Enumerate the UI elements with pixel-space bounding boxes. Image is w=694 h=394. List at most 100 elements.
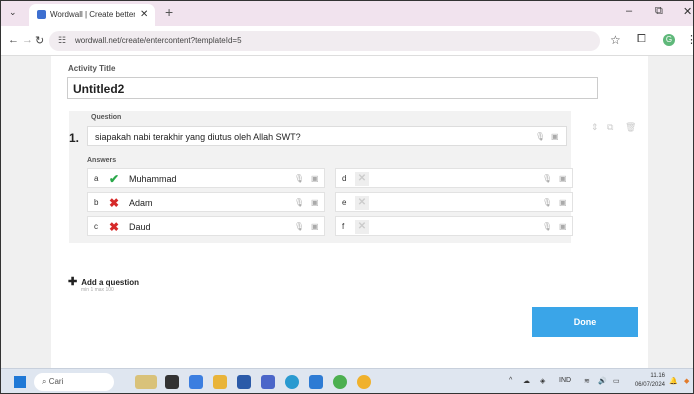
notification-bell-icon[interactable]: 🔔 — [669, 377, 678, 385]
answer-letter: a — [94, 174, 99, 183]
plus-icon: ✚ — [68, 276, 78, 288]
wordwall-favicon-icon — [37, 10, 46, 19]
answer-row-b[interactable]: b ✖ Adam 🎙 ▣ — [87, 192, 325, 212]
browser-menu-icon[interactable]: ⋮ — [686, 33, 693, 46]
answer-image-icon[interactable]: ▣ — [559, 198, 567, 207]
question-text: siapakah nabi terakhir yang diutus oleh … — [95, 132, 301, 142]
question-input[interactable]: siapakah nabi terakhir yang diutus oleh … — [87, 126, 567, 146]
wrong-cross-icon[interactable]: ✖ — [107, 220, 121, 234]
search-icon: ⌕ — [42, 377, 49, 386]
app-icon-2[interactable] — [285, 375, 299, 389]
page-background: Activity Title Untitled2 Question 1. sia… — [1, 56, 693, 368]
answer-image-icon[interactable]: ▣ — [311, 198, 319, 207]
editor-card: Activity Title Untitled2 Question 1. sia… — [51, 56, 648, 368]
tab-title: Wordwall | Create better lesson — [50, 10, 135, 19]
restore-button[interactable]: ⧉ — [655, 5, 663, 18]
app-icon-3[interactable] — [309, 375, 323, 389]
taskbar-clock[interactable]: 11.16 06/07/2024 — [627, 372, 665, 390]
close-window-button[interactable]: ✕ — [683, 5, 692, 18]
answer-image-icon[interactable]: ▣ — [311, 222, 319, 231]
answer-image-icon[interactable]: ▣ — [559, 222, 567, 231]
activity-title-input[interactable]: Untitled2 — [67, 77, 598, 99]
answer-text[interactable]: Muhammad — [129, 174, 177, 184]
wrong-cross-icon[interactable]: ✖ — [107, 196, 121, 210]
store-icon[interactable] — [237, 375, 251, 389]
empty-cross-icon[interactable]: ✕ — [355, 172, 369, 186]
copilot-icon[interactable]: ◆ — [684, 377, 689, 385]
delete-icon[interactable]: 🗑 — [625, 122, 636, 133]
answer-letter: e — [342, 198, 347, 207]
widgets-icon[interactable] — [135, 375, 157, 389]
volume-icon[interactable]: 🔊 — [598, 377, 607, 385]
url-field[interactable]: ☷ wordwall.net/create/entercontent?templ… — [49, 31, 600, 51]
screen: ⌄ Wordwall | Create better lesson ✕ + – … — [0, 0, 694, 394]
task-view-icon[interactable] — [165, 375, 179, 389]
minimize-button[interactable]: – — [626, 5, 632, 17]
tab-search-icon[interactable]: ⌄ — [9, 7, 17, 18]
site-info-icon[interactable]: ☷ — [58, 35, 66, 46]
address-bar-row: ← → ↻ ☷ wordwall.net/create/entercontent… — [1, 26, 693, 56]
cloud-icon[interactable]: ☁ — [523, 377, 530, 385]
answer-text[interactable]: Adam — [129, 198, 153, 208]
question-number: 1. — [69, 131, 80, 145]
answer-audio-icon[interactable]: 🎙 — [542, 174, 552, 183]
question-image-icon[interactable]: ▣ — [551, 132, 559, 141]
add-question-label: Add a question — [81, 278, 139, 287]
url-text: wordwall.net/create/entercontent?templat… — [75, 36, 242, 45]
correct-check-icon[interactable]: ✔ — [107, 172, 121, 186]
taskbar-search-placeholder: Cari — [48, 377, 64, 386]
answer-letter: c — [94, 222, 98, 231]
activity-title-label: Activity Title — [68, 64, 116, 73]
done-button[interactable]: Done — [532, 307, 638, 337]
reorder-icon[interactable]: ⇕ — [591, 122, 599, 133]
answer-row-c[interactable]: c ✖ Daud 🎙 ▣ — [87, 216, 325, 236]
answer-audio-icon[interactable]: 🎙 — [294, 198, 304, 207]
bookmark-star-icon[interactable]: ☆ — [610, 33, 621, 47]
clock-date: 06/07/2024 — [634, 382, 665, 388]
question-label: Question — [91, 114, 122, 121]
wifi-icon[interactable]: ≋ — [584, 377, 590, 385]
chrome-icon[interactable] — [357, 375, 371, 389]
empty-cross-icon[interactable]: ✕ — [355, 196, 369, 210]
answer-letter: b — [94, 198, 99, 207]
windows-start-icon[interactable] — [14, 376, 26, 388]
forward-button[interactable]: → — [22, 34, 33, 46]
reload-button[interactable]: ↻ — [35, 34, 44, 47]
answer-audio-icon[interactable]: 🎙 — [294, 174, 304, 183]
tray-expand-icon[interactable]: ^ — [509, 377, 512, 384]
answer-letter: f — [342, 222, 345, 231]
app-icon-4[interactable] — [333, 375, 347, 389]
tab-close-icon[interactable]: ✕ — [140, 9, 148, 20]
battery-icon[interactable]: ▭ — [613, 377, 620, 385]
duplicate-icon[interactable]: ⧉ — [607, 122, 613, 133]
answer-audio-icon[interactable]: 🎙 — [294, 222, 304, 231]
clock-time: 11.16 — [650, 373, 665, 379]
answer-row-d[interactable]: d ✕ 🎙 ▣ — [335, 168, 573, 188]
answer-letter: d — [342, 174, 347, 183]
answer-image-icon[interactable]: ▣ — [311, 174, 319, 183]
empty-cross-icon[interactable]: ✕ — [355, 220, 369, 234]
answer-audio-icon[interactable]: 🎙 — [542, 198, 552, 207]
answer-row-f[interactable]: f ✕ 🎙 ▣ — [335, 216, 573, 236]
answers-label: Answers — [87, 157, 117, 164]
windows-taskbar: ⌕ Cari ^ ☁ ◈ IND ≋ 🔊 ▭ 11.16 06/07/2024 … — [1, 368, 693, 393]
app-icon[interactable] — [261, 375, 275, 389]
answer-row-e[interactable]: e ✕ 🎙 ▣ — [335, 192, 573, 212]
taskbar-search[interactable]: ⌕ Cari — [34, 373, 114, 391]
extensions-icon[interactable]: ⧠ — [637, 33, 646, 46]
edge-browser-icon[interactable] — [189, 375, 203, 389]
file-explorer-icon[interactable] — [213, 375, 227, 389]
question-audio-icon[interactable]: 🎙 — [535, 132, 545, 141]
answer-audio-icon[interactable]: 🎙 — [542, 222, 552, 231]
browser-tab-wordwall[interactable]: Wordwall | Create better lesson ✕ — [29, 4, 155, 26]
tray-app-icon[interactable]: ◈ — [540, 377, 545, 385]
profile-avatar[interactable]: G — [663, 34, 675, 46]
new-tab-button[interactable]: + — [165, 4, 173, 20]
browser-tab-bar: ⌄ Wordwall | Create better lesson ✕ + – … — [1, 1, 693, 26]
answer-row-a[interactable]: a ✔ Muhammad 🎙 ▣ — [87, 168, 325, 188]
back-button[interactable]: ← — [8, 34, 19, 46]
answer-text[interactable]: Daud — [129, 222, 151, 232]
language-indicator[interactable]: IND — [559, 377, 571, 384]
question-limit-hint: min 1 max 100 — [81, 287, 114, 293]
answer-image-icon[interactable]: ▣ — [559, 174, 567, 183]
